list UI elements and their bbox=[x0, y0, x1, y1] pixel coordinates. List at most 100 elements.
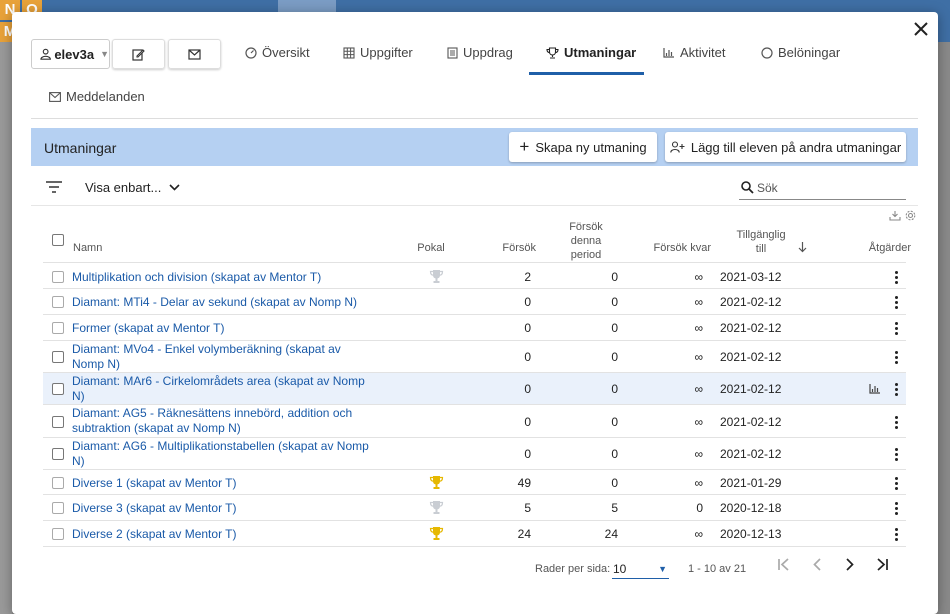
challenge-name-link[interactable]: Diamant: AG5 - Räknesättens innebörd, ad… bbox=[72, 406, 372, 436]
tab-aktivitet[interactable]: Aktivitet bbox=[663, 45, 726, 60]
more-actions-icon[interactable] bbox=[894, 476, 900, 492]
attempts-value: 24 bbox=[517, 527, 531, 541]
challenge-name-link[interactable]: Former (skapat av Mentor T) bbox=[72, 321, 412, 336]
gear-icon[interactable] bbox=[905, 210, 916, 221]
tab-uppgifter[interactable]: Uppgifter bbox=[343, 45, 413, 60]
edit-button[interactable] bbox=[112, 39, 165, 69]
challenge-name-link[interactable]: Diverse 3 (skapat av Mentor T) bbox=[72, 501, 412, 516]
edit-icon bbox=[132, 48, 145, 61]
section-header: Utmaningar + Skapa ny utmaning Lägg till… bbox=[31, 128, 918, 166]
row-checkbox[interactable] bbox=[52, 383, 64, 395]
previous-page-button[interactable] bbox=[807, 557, 827, 577]
table-row[interactable]: Diamant: AG5 - Räknesättens innebörd, ad… bbox=[43, 405, 906, 438]
grid-icon bbox=[343, 46, 355, 59]
row-checkbox[interactable] bbox=[52, 528, 64, 540]
more-actions-icon[interactable] bbox=[894, 270, 900, 286]
row-checkbox[interactable] bbox=[52, 502, 64, 514]
first-page-button[interactable] bbox=[774, 557, 794, 577]
table-row[interactable]: Diverse 2 (skapat av Mentor T) 24 24 ∞ 2020-… bbox=[43, 521, 906, 547]
user-select[interactable]: elev3a ▼ bbox=[31, 39, 110, 69]
select-all-checkbox[interactable] bbox=[52, 234, 64, 246]
column-header-attempts-period[interactable]: Försök denna period bbox=[561, 220, 611, 262]
search-icon bbox=[741, 181, 754, 194]
user-icon bbox=[40, 48, 51, 60]
create-challenge-button[interactable]: + Skapa ny utmaning bbox=[509, 132, 657, 162]
row-checkbox[interactable] bbox=[52, 296, 64, 308]
table-row[interactable]: Former (skapat av Mentor T) 0 0 ∞ 2021-02-12 bbox=[43, 315, 906, 341]
next-page-button[interactable] bbox=[840, 557, 860, 577]
tab-beloningar[interactable]: Belöningar bbox=[761, 45, 840, 60]
row-checkbox[interactable] bbox=[52, 448, 64, 460]
row-checkbox[interactable] bbox=[52, 270, 64, 283]
column-header-pokal[interactable]: Pokal bbox=[411, 241, 451, 255]
attempts-left-value: ∞ bbox=[694, 447, 703, 461]
active-tab-indicator bbox=[529, 72, 644, 75]
challenge-name-link[interactable]: Diverse 1 (skapat av Mentor T) bbox=[72, 476, 412, 491]
column-header-available[interactable]: Tillgänglig till bbox=[731, 228, 791, 256]
gold-trophy-icon bbox=[429, 526, 444, 544]
more-actions-icon[interactable] bbox=[894, 383, 900, 398]
show-only-dropdown[interactable]: Visa enbart... bbox=[85, 180, 180, 195]
plus-icon: + bbox=[519, 137, 530, 156]
mail-button[interactable] bbox=[168, 39, 221, 69]
column-header-attempts[interactable]: Försök bbox=[486, 241, 536, 255]
attempts-period-value: 0 bbox=[611, 295, 618, 309]
challenge-name-link[interactable]: Diverse 2 (skapat av Mentor T) bbox=[72, 527, 412, 542]
more-actions-icon[interactable] bbox=[894, 351, 900, 366]
more-actions-icon[interactable] bbox=[894, 415, 900, 431]
search-field[interactable] bbox=[739, 176, 906, 200]
sort-arrow-icon[interactable] bbox=[798, 241, 807, 253]
table-row[interactable]: Multiplikation och division (skapat av M… bbox=[43, 264, 906, 289]
tab-label: Uppdrag bbox=[463, 45, 513, 60]
more-actions-icon[interactable] bbox=[894, 448, 900, 463]
table-row[interactable]: Diverse 3 (skapat av Mentor T) 5 5 0 2020-12… bbox=[43, 495, 906, 521]
attempts-value: 0 bbox=[524, 295, 531, 309]
add-student-button[interactable]: Lägg till eleven på andra utmaningar bbox=[665, 132, 906, 162]
tab-uppdrag[interactable]: Uppdrag bbox=[447, 45, 513, 60]
attempts-period-value: 0 bbox=[611, 350, 618, 364]
silver-trophy-icon bbox=[429, 269, 444, 287]
challenge-name-link[interactable]: Diamant: MVo4 - Enkel volymberäkning (sk… bbox=[72, 342, 372, 372]
filter-icon[interactable] bbox=[46, 181, 62, 196]
download-icon[interactable] bbox=[889, 210, 901, 221]
table-row[interactable]: Diamant: MVo4 - Enkel volymberäkning (sk… bbox=[43, 341, 906, 373]
table-row[interactable]: Diamant: MAr6 - Cirkelområdets area (ska… bbox=[43, 373, 906, 405]
row-checkbox[interactable] bbox=[52, 322, 64, 334]
close-icon[interactable] bbox=[912, 21, 930, 39]
last-page-button[interactable] bbox=[872, 557, 892, 577]
table-row[interactable]: Diamant: AG6 - Multiplikationstabellen (… bbox=[43, 438, 906, 470]
tab-meddelanden[interactable]: Meddelanden bbox=[49, 89, 145, 104]
tab-oversikt[interactable]: Översikt bbox=[245, 45, 310, 60]
challenge-name-link[interactable]: Diamant: AG6 - Multiplikationstabellen (… bbox=[72, 439, 372, 469]
chart-icon bbox=[663, 48, 674, 58]
tab-label: Belöningar bbox=[778, 45, 841, 60]
rows-per-page-select[interactable]: 10 ▼ bbox=[612, 559, 669, 579]
statistics-icon[interactable] bbox=[869, 383, 881, 397]
last-page-icon bbox=[877, 558, 888, 571]
table-row[interactable]: Diamant: MTi4 - Delar av sekund (skapat … bbox=[43, 289, 906, 315]
row-checkbox[interactable] bbox=[52, 415, 64, 428]
available-date: 2021-02-12 bbox=[720, 295, 782, 309]
column-header-name[interactable]: Namn bbox=[73, 241, 102, 255]
available-date: 2021-02-12 bbox=[720, 350, 782, 364]
chevron-right-icon bbox=[846, 558, 854, 571]
more-actions-icon[interactable] bbox=[894, 502, 900, 517]
more-actions-icon[interactable] bbox=[894, 296, 900, 311]
attempts-left-value: ∞ bbox=[694, 350, 703, 364]
row-checkbox[interactable] bbox=[52, 351, 64, 363]
row-checkbox[interactable] bbox=[52, 476, 64, 489]
more-actions-icon[interactable] bbox=[894, 322, 900, 337]
attempts-left-value: 0 bbox=[696, 501, 703, 515]
tab-utmaningar[interactable]: Utmaningar bbox=[546, 45, 636, 60]
column-header-attempts-left[interactable]: Försök kvar bbox=[641, 241, 711, 255]
challenge-name-link[interactable]: Diamant: MTi4 - Delar av sekund (skapat … bbox=[72, 295, 412, 310]
search-input[interactable] bbox=[757, 180, 897, 195]
attempts-period-value: 0 bbox=[611, 321, 618, 335]
table-row[interactable]: Diverse 1 (skapat av Mentor T) 49 0 ∞ 2021-0… bbox=[43, 470, 906, 495]
trophy-icon bbox=[546, 46, 559, 59]
challenge-name-link[interactable]: Multiplikation och division (skapat av M… bbox=[72, 270, 412, 285]
student-dialog: elev3a ▼ Översikt Uppgifter Uppdrag Utma… bbox=[12, 12, 938, 614]
attempts-period-value: 0 bbox=[611, 382, 618, 396]
challenge-name-link[interactable]: Diamant: MAr6 - Cirkelområdets area (ska… bbox=[72, 374, 372, 404]
more-actions-icon[interactable] bbox=[894, 528, 900, 543]
